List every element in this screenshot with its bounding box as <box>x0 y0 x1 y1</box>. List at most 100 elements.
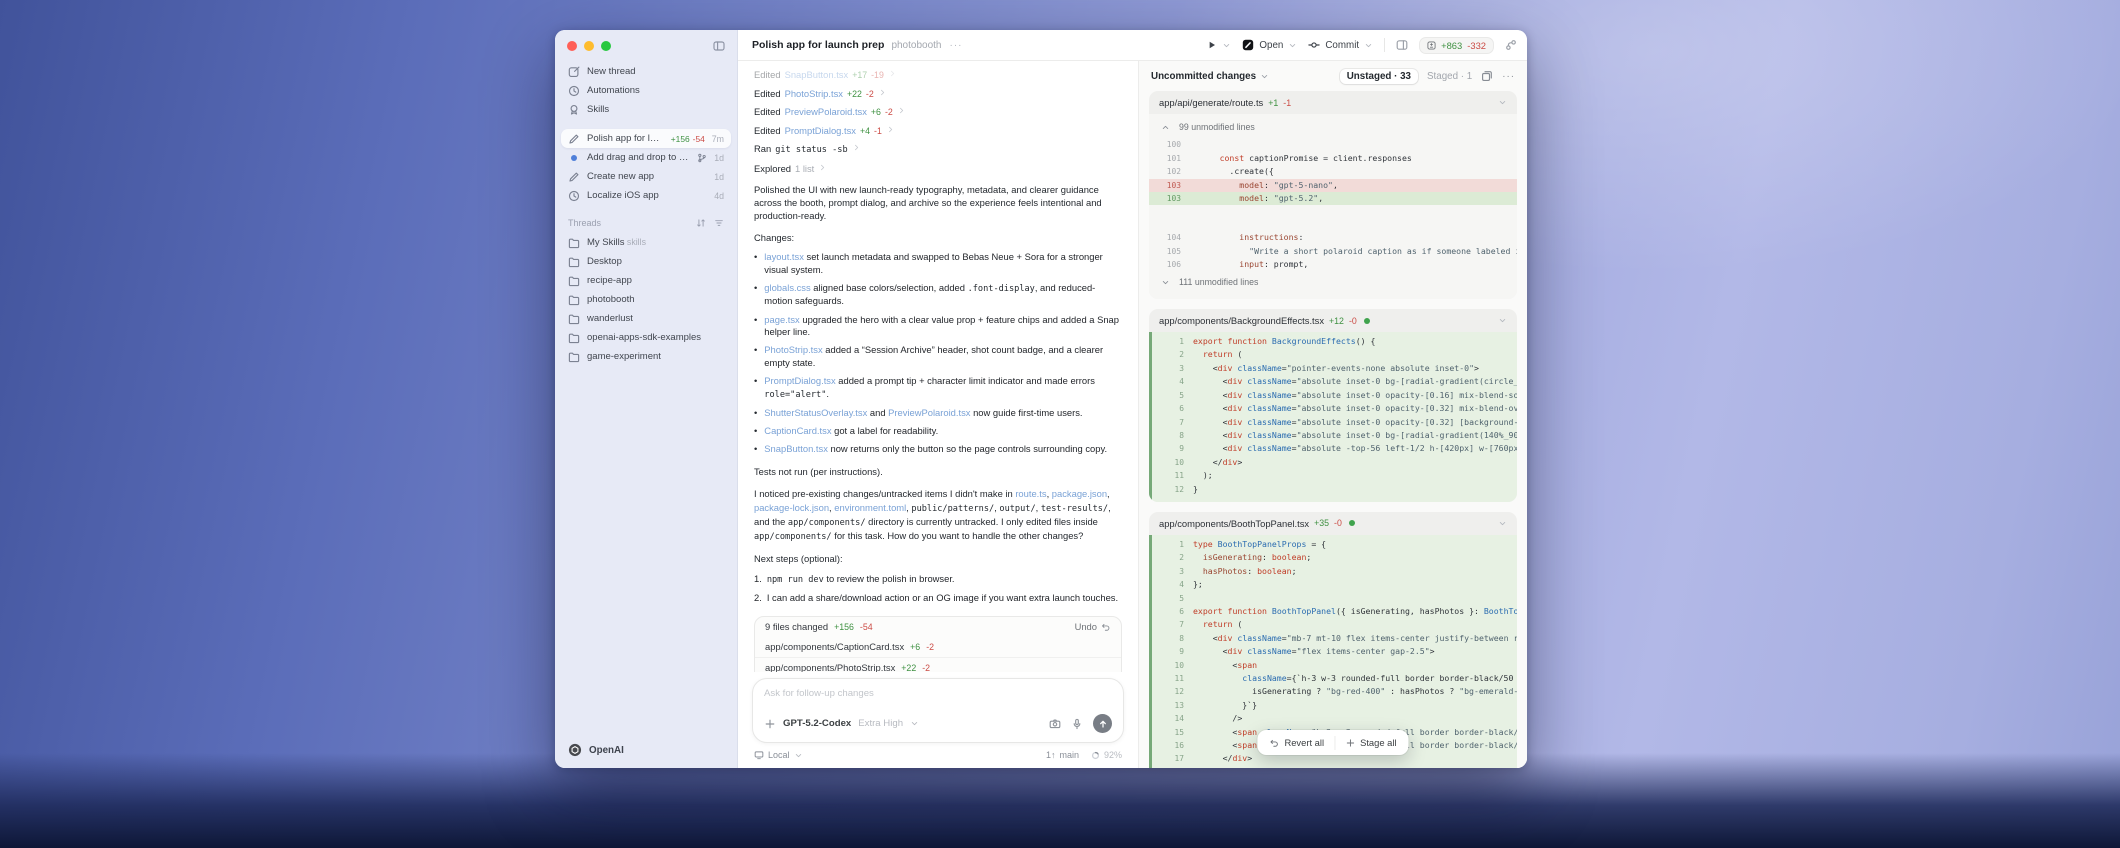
file-link[interactable]: PreviewPolaroid.tsx <box>888 407 970 418</box>
file-path: app/components/PhotoStrip.tsx <box>765 662 895 672</box>
tool-event-ran-git-status-sb[interactable]: Rangit status -sb <box>754 143 1122 155</box>
collapse-toggle[interactable]: 99 unmodified lines <box>1149 117 1517 138</box>
diff-body: 99 unmodified lines100101 const captionP… <box>1149 114 1517 299</box>
sidebar-footer[interactable]: OpenAI <box>555 732 737 768</box>
run-button[interactable] <box>1207 40 1231 50</box>
untracked-notice: I noticed pre-existing changes/untracked… <box>754 487 1122 543</box>
file-link[interactable]: package.json <box>1052 488 1107 499</box>
microphone-icon[interactable] <box>1071 718 1083 730</box>
sidebar-item-new-thread[interactable]: New thread <box>561 62 731 81</box>
line-number: 12 <box>1152 685 1193 698</box>
file-link[interactable]: globals.css <box>764 282 810 293</box>
commit-button[interactable]: Commit <box>1308 39 1373 51</box>
file-row-app-components-photostrip-tsx[interactable]: app/components/PhotoStrip.tsx+22-2 <box>755 657 1121 672</box>
bullet-text: ShutterStatusOverlay.tsx and PreviewPola… <box>764 407 1082 420</box>
unstaged-tab[interactable]: Unstaged · 33 <box>1340 69 1418 84</box>
folder-item-my-skills[interactable]: My Skills skills <box>561 233 731 252</box>
thread-label: Localize iOS app <box>587 190 707 201</box>
camera-icon[interactable] <box>1049 718 1061 730</box>
send-button[interactable] <box>1093 714 1112 733</box>
file-link[interactable]: PromptDialog.tsx <box>785 125 856 136</box>
minimize-window-button[interactable] <box>584 41 594 51</box>
zoom-window-button[interactable] <box>601 41 611 51</box>
changes-panel-icon[interactable] <box>1396 39 1408 51</box>
folder-item-wanderlust[interactable]: wanderlust <box>561 309 731 328</box>
chevron-down-icon[interactable] <box>910 719 919 728</box>
folder-item-recipe-app[interactable]: recipe-app <box>561 271 731 290</box>
folder-item-game-experiment[interactable]: game-experiment <box>561 347 731 366</box>
tool-event-edited-snapbutton-tsx[interactable]: EditedSnapButton.tsx+17-19 <box>754 69 1122 80</box>
file-link[interactable]: layout.tsx <box>764 251 804 262</box>
sidebar-toggle-icon[interactable] <box>713 40 725 52</box>
copy-icon[interactable] <box>1481 70 1493 82</box>
file-link[interactable]: SnapButton.tsx <box>764 443 828 454</box>
undo-button[interactable]: Undo <box>1075 621 1111 632</box>
file-link[interactable]: ShutterStatusOverlay.tsx <box>764 407 867 418</box>
branch-indicator[interactable]: 1↑ main <box>1046 750 1079 760</box>
diff-file-header[interactable]: app/api/generate/route.ts+1-1 <box>1149 91 1517 114</box>
thread-item-polish-app-for-launch-prep[interactable]: Polish app for launch prep+156-547m <box>561 129 731 148</box>
line-code: model: "gpt-5.2", <box>1190 192 1517 205</box>
file-link[interactable]: SnapButton.tsx <box>785 69 849 80</box>
stage-all-button[interactable]: Stage all <box>1335 734 1406 751</box>
composer-input[interactable]: Ask for follow-up changes <box>764 688 1112 699</box>
folder-item-photobooth[interactable]: photobooth <box>561 290 731 309</box>
file-link[interactable]: PhotoStrip.tsx <box>785 88 843 99</box>
file-link[interactable]: PromptDialog.tsx <box>764 375 835 386</box>
revert-all-button[interactable]: Revert all <box>1259 734 1334 751</box>
file-row-app-components-captioncard-tsx[interactable]: app/components/CaptionCard.tsx+6-2 <box>755 637 1121 657</box>
chevron-down-icon[interactable] <box>1498 519 1507 528</box>
diff-file-header[interactable]: app/components/BoothTopPanel.tsx+35-0 <box>1149 512 1517 535</box>
file-link[interactable]: environment.toml <box>834 502 906 513</box>
tool-event-edited-previewpolaroid-tsx[interactable]: EditedPreviewPolaroid.tsx+6-2 <box>754 106 1122 117</box>
diff-scope-selector[interactable]: Uncommitted changes <box>1151 71 1269 82</box>
folder-item-openai-apps-sdk-examples[interactable]: openai-apps-sdk-examples <box>561 328 731 347</box>
chevron-right-icon <box>878 88 887 97</box>
collapse-toggle[interactable]: 111 unmodified lines <box>1149 272 1517 293</box>
open-button[interactable]: Open <box>1242 39 1297 51</box>
sidebar-item-automations[interactable]: Automations <box>561 81 731 100</box>
openai-label: OpenAI <box>589 745 624 756</box>
environment-selector[interactable]: Local <box>754 750 803 760</box>
title-more-icon[interactable]: ··· <box>950 40 963 51</box>
file-link[interactable]: CaptionCard.tsx <box>764 425 831 436</box>
line-code: .create({ <box>1190 165 1517 178</box>
chevron-down-icon[interactable] <box>1498 316 1507 325</box>
attach-plus-icon[interactable] <box>764 718 776 730</box>
diff-file-header[interactable]: app/components/BackgroundEffects.tsx+12-… <box>1149 309 1517 332</box>
tool-event-edited-promptdialog-tsx[interactable]: EditedPromptDialog.tsx+4-1 <box>754 125 1122 136</box>
diff-more-icon[interactable]: ··· <box>1502 71 1515 82</box>
filter-icon[interactable] <box>714 218 724 228</box>
file-link[interactable]: PreviewPolaroid.tsx <box>785 106 867 117</box>
tool-event-edited-photostrip-tsx[interactable]: EditedPhotoStrip.tsx+22-2 <box>754 88 1122 99</box>
sidebar-item-skills[interactable]: Skills <box>561 100 731 119</box>
thread-item-create-new-app[interactable]: Create new app1d <box>561 167 731 186</box>
file-link[interactable]: PhotoStrip.tsx <box>764 344 822 355</box>
diffstat-pill[interactable]: +863 -332 <box>1419 37 1494 54</box>
chevron-down-icon <box>1364 41 1373 50</box>
file-link[interactable]: route.ts <box>1015 488 1046 499</box>
thread-label: Polish app for launch prep <box>587 133 664 144</box>
file-link[interactable]: package-lock.json <box>754 502 829 513</box>
staged-tab[interactable]: Staged · 1 <box>1427 71 1472 82</box>
changes-list: •layout.tsx set launch metadata and swap… <box>754 251 1122 456</box>
line-code: const captionPromise = client.responses <box>1190 152 1517 165</box>
sort-icon[interactable] <box>696 218 706 228</box>
line-number: 106 <box>1149 258 1190 271</box>
tool-event-explored-1-list[interactable]: Explored1 list <box>754 163 1122 174</box>
threads-section-header: Threads <box>555 205 737 232</box>
chevron-down-icon[interactable] <box>1498 98 1507 107</box>
thread-item-localize-ios-app[interactable]: Localize iOS app4d <box>561 186 731 205</box>
thread-diffstat: +156-54 <box>671 134 705 144</box>
git-graph-icon[interactable] <box>1505 39 1517 51</box>
model-selector[interactable]: GPT-5.2-Codex <box>783 718 851 729</box>
folder-item-desktop[interactable]: Desktop <box>561 252 731 271</box>
diff-line: 6 <div className="absolute inset-0 opaci… <box>1152 402 1517 415</box>
folder-badge: skills <box>624 237 646 247</box>
line-number: 8 <box>1152 632 1193 645</box>
line-code: <div className="absolute inset-0 bg-[rad… <box>1193 429 1517 442</box>
thread-item-add-drag-and-drop-to-gallery-phot[interactable]: Add drag and drop to gallery phot…1d <box>561 148 731 167</box>
diff-line: 103 model: "gpt-5.2", <box>1149 192 1517 205</box>
close-window-button[interactable] <box>567 41 577 51</box>
file-link[interactable]: page.tsx <box>764 314 799 325</box>
